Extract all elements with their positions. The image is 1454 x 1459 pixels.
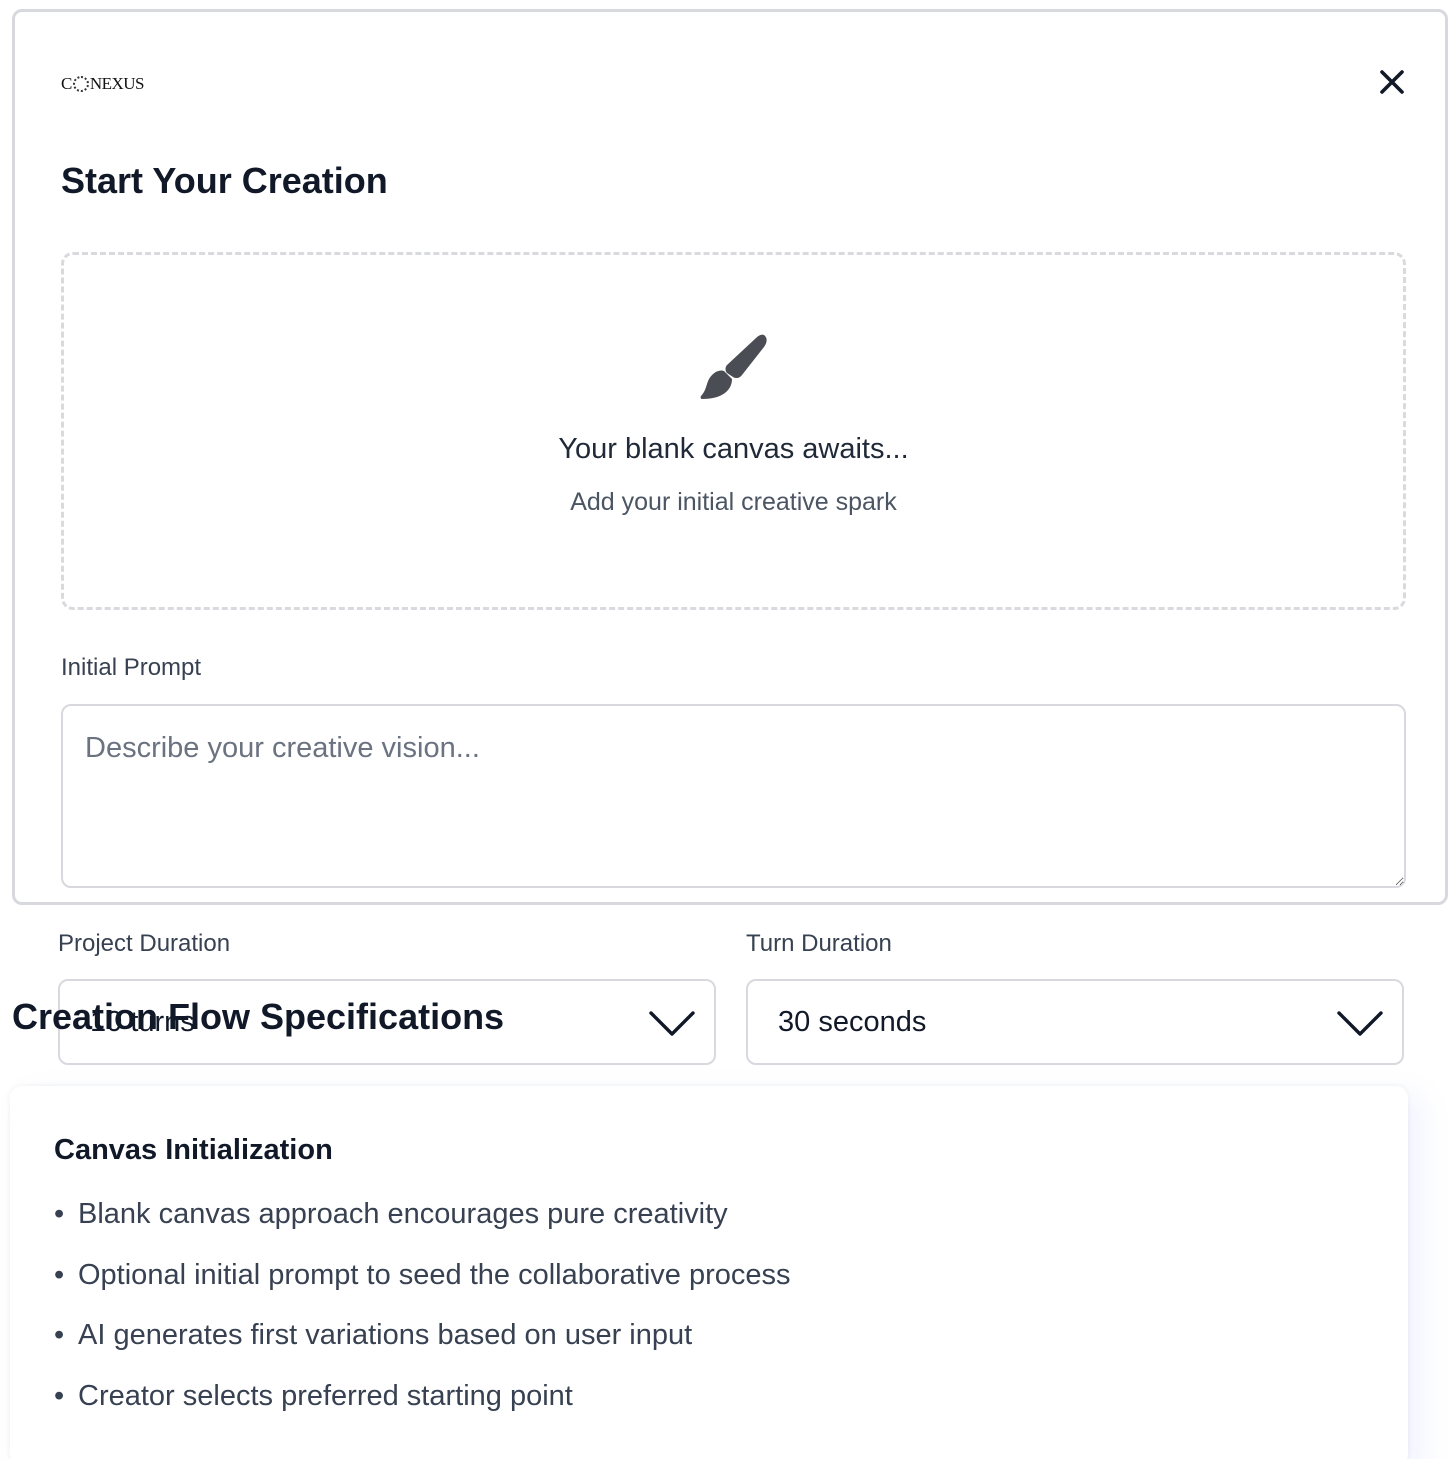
- close-button[interactable]: [1377, 67, 1407, 97]
- list-item-text: Blank canvas approach encourages pure cr…: [78, 1198, 728, 1230]
- page: C NEXUS Start Your Creation Your blank c…: [0, 0, 1454, 1459]
- modal-title: Start Your Creation: [61, 160, 388, 201]
- canvas-initialization-card: Canvas Initialization • Blank canvas app…: [10, 1086, 1408, 1459]
- logo-text-left: C: [61, 74, 72, 93]
- bullet-icon: •: [54, 1379, 65, 1412]
- creation-flow-title: Creation Flow Specifications: [12, 996, 505, 1037]
- project-duration-label: Project Duration: [58, 930, 231, 957]
- logo-ring-icon: [72, 76, 89, 92]
- turn-duration-value: 30 seconds: [778, 1005, 927, 1038]
- paintbrush-icon: [700, 334, 767, 399]
- bullet-icon: •: [54, 1258, 65, 1291]
- turn-duration-label: Turn Duration: [746, 930, 892, 957]
- list-item-text: Creator selects preferred starting point: [78, 1379, 573, 1412]
- creation-modal: C NEXUS Start Your Creation Your blank c…: [12, 9, 1448, 905]
- conexus-logo: C NEXUS: [61, 74, 145, 94]
- close-icon: [1380, 70, 1404, 94]
- list-item: • Blank canvas approach encourages pure …: [54, 1198, 791, 1259]
- chevron-down-icon: [1337, 1011, 1383, 1036]
- list-item-text: Optional initial prompt to seed the coll…: [78, 1258, 791, 1291]
- logo-text-right: NEXUS: [89, 74, 145, 93]
- list-item: • AI generates first variations based on…: [54, 1319, 791, 1380]
- bullet-icon: •: [54, 1319, 65, 1351]
- canvas-subheading: Add your initial creative spark: [570, 488, 897, 516]
- list-item-text: AI generates first variations based on u…: [78, 1319, 693, 1351]
- list-item: • Optional initial prompt to seed the co…: [54, 1259, 791, 1320]
- blank-canvas-dropzone[interactable]: Your blank canvas awaits... Add your ini…: [61, 252, 1406, 610]
- canvas-heading: Your blank canvas awaits...: [558, 433, 909, 465]
- chevron-down-icon: [649, 1011, 695, 1036]
- list-item: • Creator selects preferred starting poi…: [54, 1380, 791, 1441]
- spec-list: • Blank canvas approach encourages pure …: [54, 1198, 791, 1440]
- initial-prompt-label: Initial Prompt: [61, 654, 202, 681]
- spec-title: Canvas Initialization: [54, 1134, 333, 1166]
- initial-prompt-input[interactable]: [61, 704, 1406, 888]
- turn-duration-select[interactable]: 30 seconds: [746, 979, 1404, 1065]
- bullet-icon: •: [54, 1198, 65, 1230]
